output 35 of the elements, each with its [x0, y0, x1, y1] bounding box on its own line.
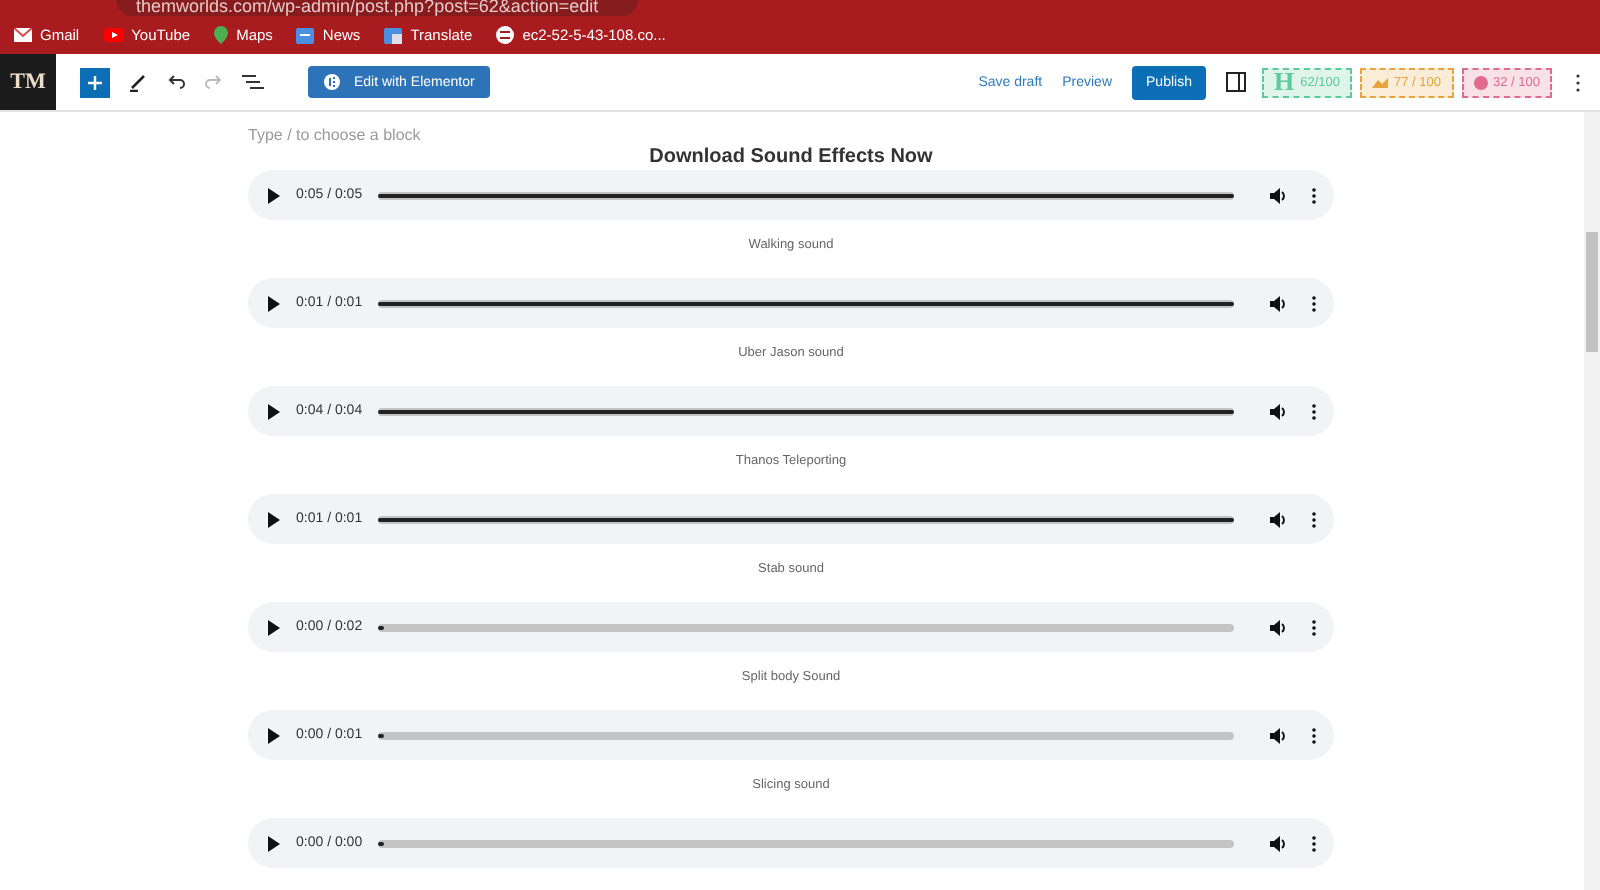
play-icon[interactable] [268, 619, 280, 635]
list-view-icon[interactable] [242, 72, 264, 92]
volume-icon[interactable] [1270, 187, 1288, 203]
volume-icon[interactable] [1270, 511, 1288, 527]
pen-icon[interactable] [128, 72, 148, 92]
translate-icon [384, 27, 403, 43]
play-icon[interactable] [268, 727, 280, 743]
progress-track[interactable] [378, 731, 1234, 739]
h-letter: H [1273, 66, 1295, 98]
chart-icon [1372, 77, 1388, 87]
volume-icon[interactable] [1270, 403, 1288, 419]
progress-track[interactable] [378, 839, 1234, 847]
add-block-button[interactable] [80, 67, 110, 97]
progress-track[interactable] [378, 623, 1234, 631]
volume-icon[interactable] [1270, 835, 1288, 851]
play-icon[interactable] [268, 403, 280, 419]
play-icon[interactable] [268, 187, 280, 203]
newspaper-icon [296, 27, 315, 43]
play-icon[interactable] [268, 295, 280, 311]
volume-icon[interactable] [1270, 727, 1288, 743]
globe-icon [496, 26, 515, 44]
undo-icon[interactable] [166, 72, 186, 92]
e-logo-icon [324, 74, 340, 90]
play-icon[interactable] [268, 835, 280, 851]
site-logo[interactable]: TM [0, 54, 56, 110]
play-icon [103, 28, 124, 42]
plus-icon [86, 73, 104, 91]
volume-icon[interactable] [1270, 295, 1288, 311]
pin-icon [214, 26, 229, 44]
page-heading: Download Sound Effects Now [647, 146, 935, 168]
play-icon[interactable] [268, 511, 280, 527]
mail-icon [14, 28, 32, 42]
scrollbar-thumb[interactable] [1586, 232, 1598, 352]
volume-icon[interactable] [1270, 619, 1288, 635]
sidebar-toggle-icon[interactable] [1225, 72, 1246, 92]
